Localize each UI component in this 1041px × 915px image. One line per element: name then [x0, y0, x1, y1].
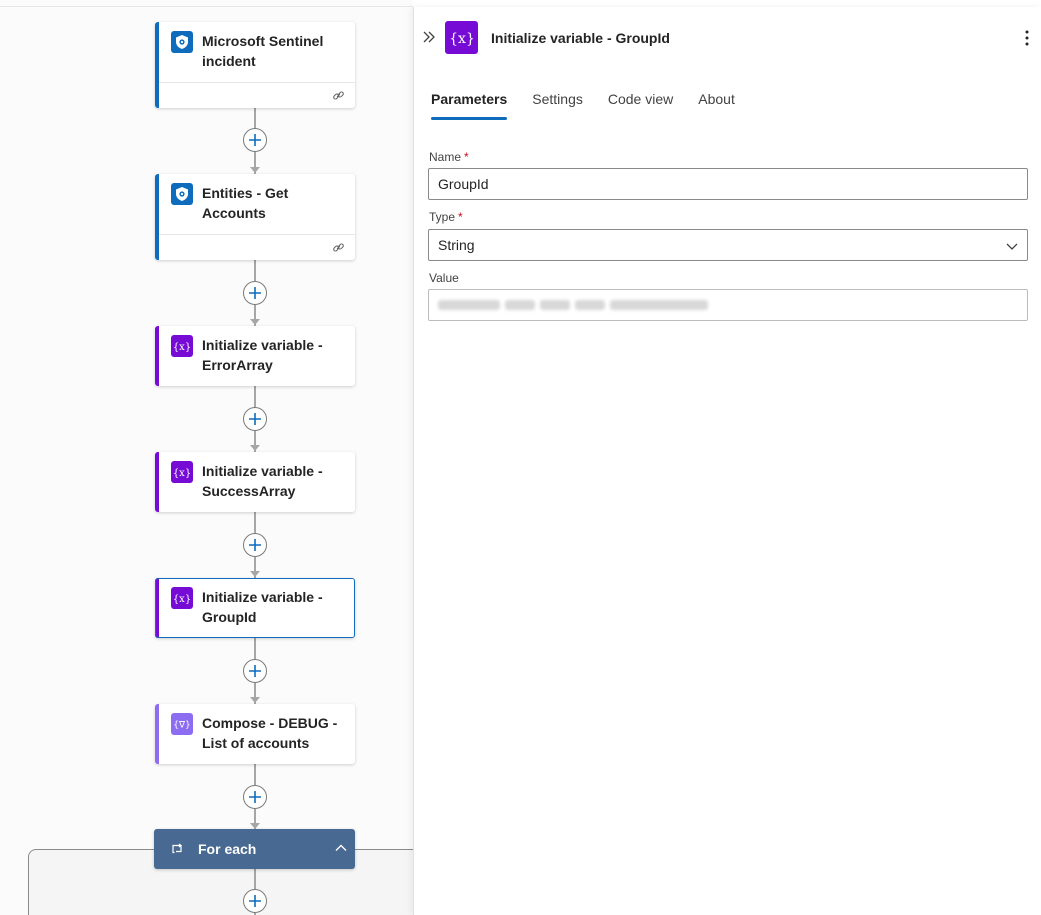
- step-title: Initialize variable - GroupId: [202, 589, 323, 625]
- step-title: Microsoft Sentinel incident: [202, 33, 324, 69]
- plus-icon: [249, 895, 261, 907]
- designer-canvas[interactable]: Microsoft Sentinel incident Entities - G…: [0, 0, 413, 915]
- type-label-text: Type: [429, 210, 456, 224]
- add-step-button[interactable]: [243, 785, 267, 809]
- plus-icon: [249, 539, 261, 551]
- add-step-button[interactable]: [243, 128, 267, 152]
- top-divider: [0, 6, 413, 7]
- connector-arrow: [250, 445, 260, 451]
- name-label: Name *: [429, 150, 469, 164]
- step-card-entities-get-accounts[interactable]: Entities - Get Accounts: [155, 174, 355, 260]
- svg-text:{x}: {x}: [173, 468, 191, 479]
- name-input-value: GroupId: [438, 176, 489, 192]
- value-label: Value: [429, 271, 459, 285]
- add-step-button[interactable]: [243, 889, 267, 913]
- tab-about[interactable]: About: [698, 91, 735, 117]
- type-label: Type *: [429, 210, 463, 224]
- details-panel: {x} Initialize variable - GroupId Parame…: [413, 7, 1041, 915]
- svg-text:{x}: {x}: [449, 31, 475, 47]
- step-card-init-group-id[interactable]: {x} Initialize variable - GroupId: [155, 578, 355, 638]
- tab-parameters[interactable]: Parameters: [431, 91, 508, 120]
- more-options-icon[interactable]: [1024, 29, 1030, 47]
- name-label-text: Name: [429, 150, 462, 164]
- step-card-compose-debug[interactable]: {∇} Compose - DEBUG - List of accounts: [155, 704, 355, 764]
- required-marker: *: [464, 150, 469, 164]
- shield-eye-icon: [171, 31, 193, 53]
- type-select[interactable]: String: [428, 229, 1028, 261]
- link-icon: [333, 91, 344, 100]
- step-title: Compose - DEBUG - List of accounts: [202, 715, 338, 751]
- foreach-label: For each: [198, 841, 257, 857]
- step-card-init-error-array[interactable]: {x} Initialize variable - ErrorArray: [155, 326, 355, 386]
- shield-eye-icon: [171, 183, 193, 205]
- step-card-for-each[interactable]: For each: [154, 829, 355, 869]
- double-chevron-right-icon[interactable]: [422, 29, 436, 45]
- step-title: Entities - Get Accounts: [202, 185, 289, 221]
- variable-braces-icon: {x}: [171, 461, 193, 483]
- add-step-button[interactable]: [243, 281, 267, 305]
- svg-text:{x}: {x}: [173, 342, 191, 353]
- plus-icon: [249, 134, 261, 146]
- required-marker: *: [458, 210, 463, 224]
- connector-arrow: [250, 319, 260, 325]
- panel-title: Initialize variable - GroupId: [491, 30, 670, 46]
- add-step-button[interactable]: [243, 533, 267, 557]
- plus-icon: [249, 791, 261, 803]
- plus-icon: [249, 413, 261, 425]
- panel-tabs: Parameters Settings Code view About: [431, 91, 760, 120]
- variable-braces-icon: {x}: [445, 21, 478, 54]
- plus-icon: [249, 287, 261, 299]
- step-title: Initialize variable - SuccessArray: [202, 463, 323, 499]
- tab-code-view[interactable]: Code view: [608, 91, 673, 117]
- svg-text:{∇}: {∇}: [174, 721, 190, 731]
- step-footer: [159, 82, 355, 108]
- connector-arrow: [250, 571, 260, 577]
- step-footer: [159, 234, 355, 260]
- step-card-init-success-array[interactable]: {x} Initialize variable - SuccessArray: [155, 452, 355, 512]
- panel-header: {x} Initialize variable - GroupId: [414, 21, 1041, 57]
- step-title: Initialize variable - ErrorArray: [202, 337, 323, 373]
- tab-settings[interactable]: Settings: [532, 91, 583, 117]
- value-label-text: Value: [429, 271, 459, 285]
- type-select-value: String: [438, 237, 475, 253]
- chevron-up-icon[interactable]: [333, 840, 349, 856]
- step-card-sentinel-incident[interactable]: Microsoft Sentinel incident: [155, 22, 355, 108]
- value-input[interactable]: [428, 289, 1028, 321]
- add-step-button[interactable]: [243, 407, 267, 431]
- loop-icon: [172, 843, 182, 854]
- connector-arrow: [250, 167, 260, 173]
- svg-text:{x}: {x}: [173, 594, 191, 605]
- connector-arrow: [250, 697, 260, 703]
- add-step-button[interactable]: [243, 659, 267, 683]
- compose-icon: {∇}: [171, 713, 193, 735]
- chevron-down-icon: [1006, 243, 1018, 250]
- variable-braces-icon: {x}: [171, 335, 193, 357]
- name-input[interactable]: GroupId: [428, 168, 1028, 200]
- link-icon: [333, 243, 344, 252]
- variable-braces-icon: {x}: [171, 587, 193, 609]
- redacted-value: [438, 300, 713, 310]
- plus-icon: [249, 665, 261, 677]
